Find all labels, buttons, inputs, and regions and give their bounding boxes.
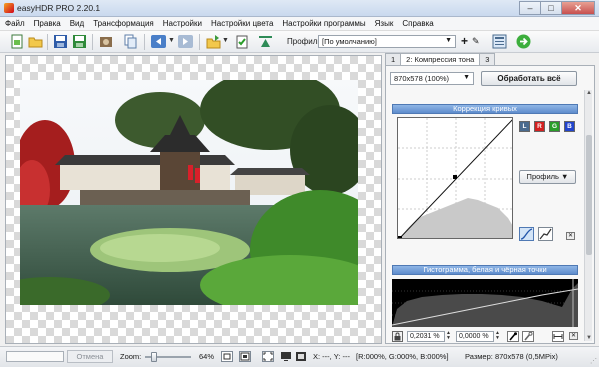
menu-color-settings[interactable]: Настройки цвета bbox=[211, 19, 273, 28]
menu-file[interactable]: Файл bbox=[5, 19, 25, 28]
menu-language[interactable]: Язык bbox=[375, 19, 394, 28]
curves-header: Коррекция кривых bbox=[392, 104, 578, 114]
black-point-picker-icon[interactable] bbox=[507, 331, 519, 342]
curve-black-point[interactable] bbox=[398, 236, 402, 239]
menu-view[interactable]: Вид bbox=[70, 19, 84, 28]
scroll-up-icon[interactable]: ▲ bbox=[585, 90, 593, 96]
auto-levels-icon[interactable] bbox=[552, 331, 564, 342]
hdr-photo-preview[interactable] bbox=[20, 80, 358, 305]
zoom-label: Zoom: bbox=[120, 352, 142, 361]
toolbar: ▼ ▼ Профиль: [По умолчанию] ▼ + ✎ bbox=[0, 31, 599, 53]
scroll-thumb[interactable] bbox=[586, 135, 592, 255]
histogram-header: Гистограмма, белая и чёрная точки bbox=[392, 265, 578, 275]
curve-profile-button[interactable]: Профиль ▼ bbox=[519, 170, 576, 184]
process-go-icon[interactable] bbox=[516, 34, 531, 49]
window-title: easyHDR PRO 2.20.1 bbox=[17, 3, 101, 13]
redo-icon[interactable] bbox=[178, 34, 193, 49]
preview-panel-icon[interactable] bbox=[492, 34, 507, 49]
progress-bar bbox=[6, 351, 64, 362]
copy-icon[interactable] bbox=[123, 34, 138, 49]
fullscreen-icon[interactable] bbox=[262, 351, 274, 362]
fit-window-icon[interactable] bbox=[221, 351, 233, 362]
white-point-picker-icon[interactable] bbox=[522, 331, 534, 342]
reset-levels-icon[interactable]: ✕ bbox=[569, 332, 578, 340]
preview-size-select[interactable]: 870x578 (100%) ▼ bbox=[390, 72, 474, 85]
chevron-down-icon: ▼ bbox=[463, 74, 470, 81]
tab-1[interactable]: 1 bbox=[385, 53, 402, 65]
chevron-down-icon: ▼ bbox=[445, 37, 452, 44]
menu-edit[interactable]: Правка bbox=[34, 19, 61, 28]
app-logo-icon bbox=[4, 3, 14, 13]
resize-grip-icon[interactable]: ⋰ bbox=[590, 357, 597, 365]
curve-mode-linear-icon[interactable] bbox=[538, 227, 553, 241]
menu-help[interactable]: Справка bbox=[402, 19, 433, 28]
profile-select[interactable]: [По умолчанию] ▼ bbox=[318, 35, 456, 48]
undo-icon[interactable] bbox=[151, 34, 166, 49]
add-profile-icon[interactable]: + bbox=[461, 34, 468, 48]
save-as-icon[interactable] bbox=[72, 34, 87, 49]
maximize-button[interactable]: □ bbox=[540, 1, 562, 15]
reset-settings-icon[interactable] bbox=[258, 34, 273, 49]
curve-mode-spline-icon[interactable] bbox=[519, 227, 534, 241]
save-icon[interactable] bbox=[53, 34, 68, 49]
black-point-input[interactable]: 0,2031 % bbox=[407, 331, 445, 342]
panel-scrollbar[interactable]: ▲ ▼ bbox=[584, 90, 592, 341]
image-size: Размер: 870x578 (0,5MPix) bbox=[465, 352, 558, 361]
zoom-value: 64% bbox=[199, 352, 215, 361]
histogram[interactable] bbox=[392, 279, 578, 327]
save-settings-icon[interactable] bbox=[235, 34, 250, 49]
image-canvas[interactable] bbox=[5, 55, 382, 344]
preview-size-value: 870x578 (100%) bbox=[394, 74, 450, 83]
lock-icon[interactable] bbox=[392, 331, 403, 342]
tab-3[interactable]: 3 bbox=[479, 53, 496, 65]
load-settings-icon[interactable] bbox=[206, 34, 221, 49]
menu-settings[interactable]: Настройки bbox=[163, 19, 202, 28]
zoom-slider-thumb[interactable] bbox=[151, 352, 157, 362]
white-point-spinner[interactable]: ▲ ▼ bbox=[495, 331, 501, 342]
profile-select-value: [По умолчанию] bbox=[322, 37, 377, 46]
undo-dropdown-icon[interactable]: ▼ bbox=[168, 37, 175, 44]
close-button[interactable]: ✕ bbox=[561, 1, 595, 15]
reset-curve-icon[interactable]: ✕ bbox=[566, 232, 575, 240]
cancel-button[interactable]: Отмена bbox=[67, 350, 113, 363]
batch-icon[interactable] bbox=[99, 34, 114, 49]
new-image-icon[interactable] bbox=[10, 34, 25, 49]
tab-content: 870x578 (100%) ▼ Обработать всё Коррекци… bbox=[385, 65, 595, 344]
white-point-input[interactable]: 0,0000 % bbox=[456, 331, 494, 342]
black-point-spinner[interactable]: ▲ ▼ bbox=[446, 331, 452, 342]
actual-size-icon[interactable] bbox=[239, 351, 251, 362]
channel-g-button[interactable]: G bbox=[549, 121, 560, 132]
cursor-rgb: [R:000%, G:000%, B:000%] bbox=[356, 352, 449, 361]
cursor-coordinates: X: ---, Y: --- bbox=[313, 352, 350, 361]
filmstrip-icon[interactable] bbox=[295, 351, 307, 362]
settings-panel: 1 2: Компрессия тона 3 870x578 (100%) ▼ … bbox=[385, 53, 595, 344]
load-settings-dropdown-icon[interactable]: ▼ bbox=[222, 37, 229, 44]
histogram-controls: 0,2031 % ▲ ▼ 0,0000 % ▲ ▼ ✕ bbox=[392, 331, 578, 343]
menu-transform[interactable]: Трансформация bbox=[93, 19, 154, 28]
settings-tabs: 1 2: Компрессия тона 3 bbox=[385, 53, 496, 66]
status-bar: Отмена Zoom: 64% X: ---, Y: --- [R:000%,… bbox=[0, 346, 599, 367]
curve-editor[interactable] bbox=[397, 117, 513, 239]
channel-b-button[interactable]: B bbox=[564, 121, 575, 132]
channel-r-button[interactable]: R bbox=[534, 121, 545, 132]
title-bar: easyHDR PRO 2.20.1 – □ ✕ bbox=[0, 0, 599, 17]
menu-bar: Файл Правка Вид Трансформация Настройки … bbox=[0, 17, 599, 31]
scroll-down-icon[interactable]: ▼ bbox=[585, 335, 593, 341]
open-folder-icon[interactable] bbox=[28, 34, 43, 49]
minimize-button[interactable]: – bbox=[519, 1, 541, 15]
curve-control-point[interactable] bbox=[453, 175, 457, 179]
edit-profile-icon[interactable]: ✎ bbox=[472, 36, 480, 47]
monitor-icon[interactable] bbox=[280, 351, 292, 362]
channel-l-button[interactable]: L bbox=[519, 121, 530, 132]
menu-program-settings[interactable]: Настройки программы bbox=[282, 19, 365, 28]
process-all-button[interactable]: Обработать всё bbox=[481, 71, 577, 86]
